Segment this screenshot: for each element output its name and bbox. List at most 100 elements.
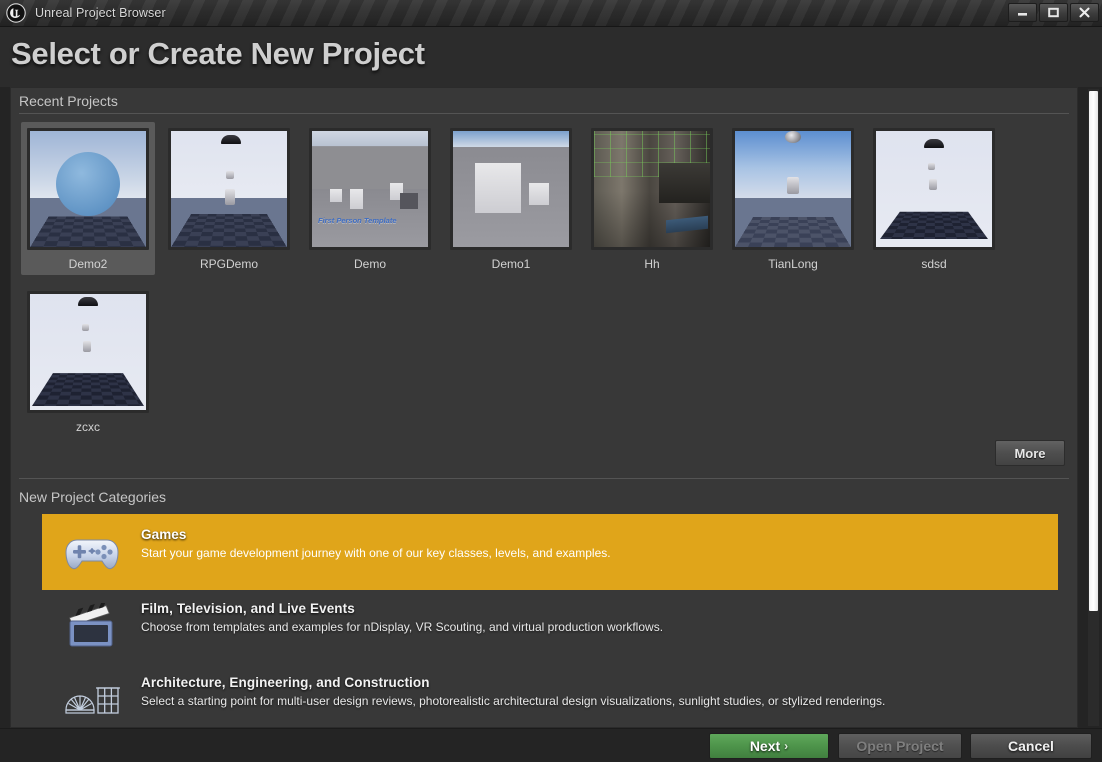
maximize-icon	[1048, 7, 1059, 18]
project-name: TianLong	[768, 257, 818, 271]
body-area: Recent Projects Demo2 RPGDemo First Pers…	[0, 87, 1102, 728]
project-tile-sdsd[interactable]: sdsd	[867, 122, 1001, 275]
unreal-engine-logo	[3, 0, 29, 26]
project-thumbnail-frame	[591, 128, 713, 250]
project-tile-demo[interactable]: First Person Template Demo	[303, 122, 437, 275]
project-thumbnail	[171, 131, 287, 247]
project-thumbnail	[876, 131, 992, 247]
thumb-sphere	[56, 152, 120, 217]
category-row-film-television-live-events[interactable]: Film, Television, and Live Events Choose…	[43, 589, 1057, 663]
project-thumbnail-frame: First Person Template	[309, 128, 431, 250]
category-text: Architecture, Engineering, and Construct…	[141, 673, 885, 708]
project-name: Demo	[353, 257, 386, 271]
thumb-box	[330, 189, 342, 202]
project-tile-demo1[interactable]: Demo1	[444, 122, 578, 275]
category-text: Film, Television, and Live Events Choose…	[141, 599, 663, 634]
project-name: Hh	[644, 257, 660, 271]
window-controls	[1008, 3, 1099, 22]
minimize-button[interactable]	[1008, 3, 1037, 22]
project-name: zcxc	[76, 420, 100, 434]
category-title: Architecture, Engineering, and Construct…	[141, 675, 430, 690]
thumb-sky	[453, 131, 569, 148]
content-pane: Recent Projects Demo2 RPGDemo First Pers…	[10, 87, 1078, 728]
thumb-parachute	[78, 297, 98, 306]
recent-projects-grid: Demo2 RPGDemo First Person Template Demo…	[11, 114, 1061, 438]
thumb-character	[929, 179, 937, 190]
category-description: Select a starting point for multi-user d…	[141, 694, 886, 708]
category-row-games[interactable]: Games Start your game development journe…	[43, 515, 1057, 589]
thumb-box	[350, 189, 363, 209]
project-name: Demo2	[68, 257, 108, 271]
thumb-floor	[880, 211, 988, 239]
chevron-right-icon: ›	[784, 739, 789, 753]
project-thumbnail	[30, 131, 146, 247]
project-tile-hh[interactable]: Hh	[585, 122, 719, 275]
thumb-floor	[30, 216, 146, 247]
window-title-bar: Unreal Project Browser	[0, 0, 1102, 27]
new-project-categories-section: New Project Categories Games Start your …	[11, 479, 1077, 727]
thumb-parachute	[785, 131, 801, 143]
thumb-box	[400, 193, 418, 209]
more-button[interactable]: More	[995, 440, 1065, 466]
thumb-character	[787, 177, 799, 194]
project-tile-zcxc[interactable]: zcxc	[21, 285, 155, 438]
project-tile-tianlong[interactable]: TianLong	[726, 122, 860, 275]
thumb-parachute	[221, 135, 241, 144]
thumb-character	[82, 324, 89, 331]
thumb-character	[226, 171, 234, 179]
new-project-categories-label: New Project Categories	[19, 489, 167, 505]
category-description: Choose from templates and examples for n…	[141, 620, 664, 634]
minimize-icon	[1018, 13, 1027, 16]
footer-bar: Next › Open Project Cancel	[0, 728, 1102, 762]
project-name: sdsd	[921, 257, 947, 271]
thumb-overlay-text: First Person Template	[318, 216, 397, 225]
gamepad-icon	[61, 527, 123, 579]
category-row-architecture-engineering-construction[interactable]: Architecture, Engineering, and Construct…	[43, 663, 1057, 727]
vertical-scrollbar-track[interactable]	[1088, 89, 1099, 726]
project-name: RPGDemo	[199, 257, 258, 271]
close-button[interactable]	[1070, 3, 1099, 22]
thumb-box	[529, 183, 549, 205]
project-name: Demo1	[491, 257, 531, 271]
category-description: Start your game development journey with…	[141, 546, 611, 560]
project-tile-demo2[interactable]: Demo2	[21, 122, 155, 275]
clapperboard-icon	[61, 601, 123, 653]
project-thumbnail-frame	[27, 128, 149, 250]
project-thumbnail	[453, 131, 569, 247]
thumb-structure	[658, 163, 710, 203]
architecture-icon	[61, 675, 123, 727]
project-thumbnail: First Person Template	[312, 131, 428, 247]
close-icon	[1079, 7, 1090, 18]
page-title: Select or Create New Project	[11, 36, 425, 71]
window-title: Unreal Project Browser	[35, 6, 166, 20]
next-button[interactable]: Next ›	[709, 733, 829, 759]
thumb-floor	[735, 217, 851, 247]
project-thumbnail-frame	[450, 128, 572, 250]
recent-projects-section: Recent Projects Demo2 RPGDemo First Pers…	[11, 88, 1077, 479]
maximize-button[interactable]	[1039, 3, 1068, 22]
cancel-button[interactable]: Cancel	[970, 733, 1092, 759]
vertical-scrollbar-thumb[interactable]	[1089, 91, 1098, 611]
project-thumbnail	[30, 294, 146, 410]
more-row: More	[11, 438, 1077, 472]
category-title: Film, Television, and Live Events	[141, 601, 355, 616]
next-button-label: Next	[749, 738, 781, 754]
thumb-parachute	[924, 139, 944, 148]
thumb-character	[225, 189, 235, 205]
project-thumbnail-frame	[732, 128, 854, 250]
category-title: Games	[141, 527, 187, 542]
thumb-character	[83, 341, 91, 352]
thumb-box	[475, 163, 521, 213]
project-thumbnail-frame	[168, 128, 290, 250]
open-project-button[interactable]: Open Project	[838, 733, 962, 759]
recent-projects-label: Recent Projects	[19, 93, 118, 109]
thumb-floor	[171, 213, 287, 247]
project-thumbnail	[735, 131, 851, 247]
project-thumbnail-frame	[27, 291, 149, 413]
thumb-character	[928, 163, 935, 170]
project-thumbnail-frame	[873, 128, 995, 250]
project-tile-rpgdemo[interactable]: RPGDemo	[162, 122, 296, 275]
project-thumbnail	[594, 131, 710, 247]
page-header: Select or Create New Project	[0, 27, 1102, 87]
category-text: Games Start your game development journe…	[141, 525, 611, 560]
